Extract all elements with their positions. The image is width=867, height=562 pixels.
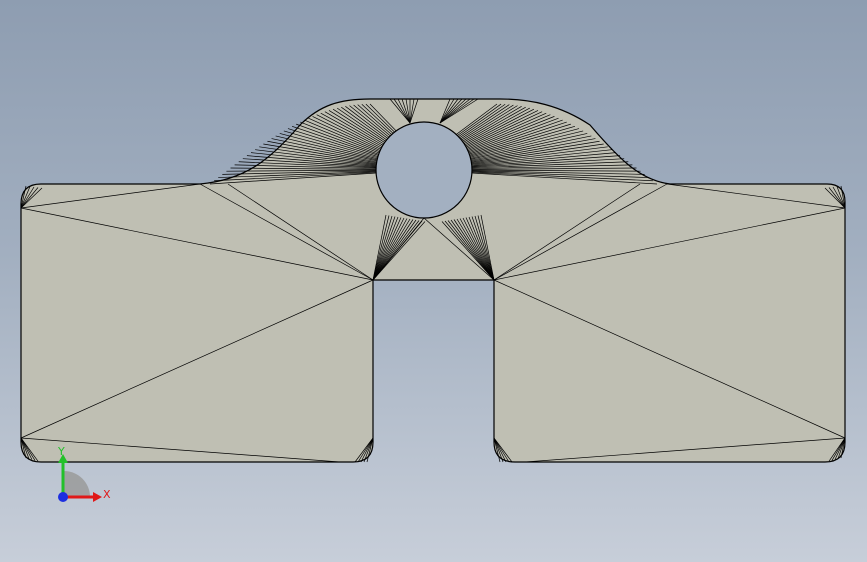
model-canvas: Y X [20, 98, 846, 502]
triad-arc [64, 471, 90, 497]
graphics-viewport[interactable]: Y X [0, 0, 867, 562]
x-axis-arrowhead [93, 492, 102, 502]
z-axis-point [58, 492, 68, 502]
x-axis-label: X [103, 488, 111, 501]
through-hole [375, 121, 473, 219]
y-axis-label: Y [57, 445, 65, 458]
part-body[interactable] [20, 98, 846, 463]
